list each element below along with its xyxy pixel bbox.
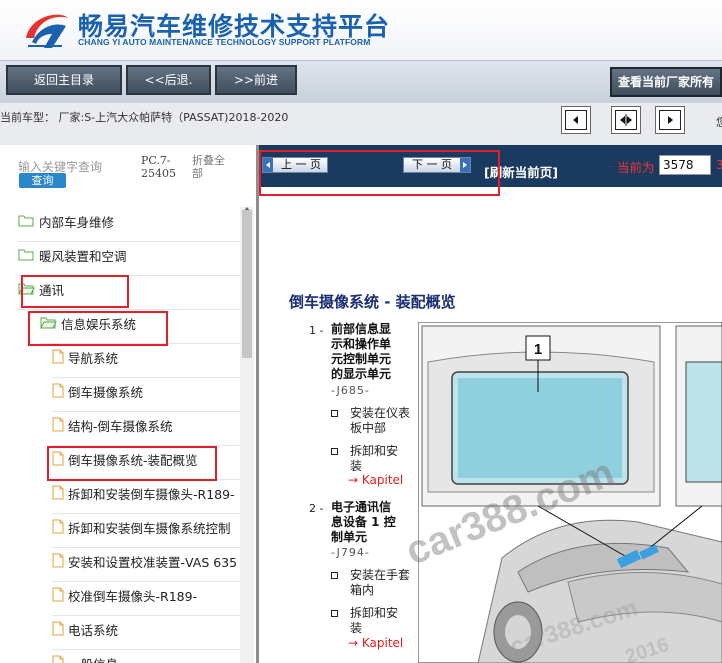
page-count-text: 3 [716, 157, 722, 172]
tree-item[interactable]: 电话系统 [52, 616, 240, 650]
item-name-line: 示和操作单 [331, 337, 392, 351]
bullet-square-icon [331, 610, 338, 617]
view-split-button[interactable] [611, 106, 641, 134]
sidebar-scroll-thumb[interactable] [242, 210, 252, 358]
item-name-line: 元控制单元 [331, 352, 392, 366]
figure-callout: 1 [534, 341, 542, 358]
document-icon [52, 345, 64, 375]
view-split-icon [615, 110, 637, 130]
document-icon [52, 481, 64, 511]
item-bullet: 拆卸和安装 [350, 606, 399, 635]
brand-subtitle: CHANG YI AUTO MAINTENANCE TECHNOLOGY SUP… [78, 37, 371, 47]
folder-closed-icon [18, 209, 35, 239]
item-name-line: 电子通讯信 [331, 500, 392, 514]
highlight-box [259, 150, 500, 196]
view-manufacturer-button[interactable]: 查看当前厂家所有 [610, 67, 722, 97]
highlight-box [28, 311, 168, 346]
item-code: -J794- [331, 546, 370, 559]
document-title: 倒车摄像系统 - 装配概览 [289, 293, 456, 311]
tree-item[interactable]: 倒车摄像系统 [52, 378, 240, 412]
tree-item-label: 校准倒车摄像头-R189- [68, 589, 198, 604]
tree-item[interactable]: 内部车身维修 [18, 208, 240, 242]
item-bullet: 拆卸和安装 [350, 444, 399, 473]
tree-item-label: 电话系统 [68, 623, 119, 638]
tree-item[interactable]: 结构-倒车摄像系统 [52, 412, 240, 446]
back-button[interactable]: <<后退. [126, 65, 211, 95]
item-bullet: 安装在手套箱内 [350, 568, 411, 597]
document-icon [52, 617, 64, 647]
tree-item-label: 暖风装置和空调 [39, 249, 127, 264]
view-right-button[interactable] [655, 106, 685, 134]
item-link[interactable]: → Kapitel [348, 636, 403, 650]
document-icon [52, 379, 64, 409]
highlight-box [47, 446, 217, 481]
bullet-square-icon [331, 410, 338, 417]
current-page-label: 当前为 [617, 160, 655, 175]
current-vehicle-label: 当前车型： 厂家:S-上汽大众帕萨特（PASSAT)2018-2020 [0, 111, 289, 124]
item-bullet: 安装在仪表板中部 [350, 406, 411, 435]
item-link[interactable]: → Kapitel [348, 473, 403, 487]
view-right-icon [659, 110, 681, 130]
item-number: 2 - [309, 502, 324, 515]
vehicle-bar-trailing-text: 您 [716, 116, 722, 129]
document-icon [52, 583, 64, 613]
document-icon [52, 413, 64, 443]
tree-item[interactable]: 一般信息 [52, 650, 240, 663]
tree-item[interactable]: 安装和设置校准装置-VAS 635 [52, 548, 240, 582]
tree-item-label: 内部车身维修 [39, 215, 115, 230]
forward-button[interactable]: >>前进 [215, 65, 297, 95]
item-number: 1 - [309, 324, 324, 337]
tree-item[interactable]: 导航系统 [52, 344, 240, 378]
view-left-button[interactable] [561, 106, 591, 134]
current-page-input[interactable]: 3578 [659, 155, 711, 175]
tree-item-label: 结构-倒车摄像系统 [68, 419, 173, 434]
collapse-all-link[interactable]: 折叠全部 [192, 154, 228, 180]
item-name-line: 制单元 [331, 530, 368, 544]
bullet-square-icon [331, 572, 338, 579]
tree-item-label: 拆卸和安装倒车摄像头-R189- [68, 487, 235, 502]
document-icon [52, 515, 64, 545]
document-icon [52, 549, 64, 579]
item-name-line: 的显示单元 [331, 367, 392, 381]
tree-item-label: 安装和设置校准装置-VAS 635 [68, 555, 238, 570]
tree-item[interactable]: 拆卸和安装倒车摄像系统控制 [52, 514, 240, 548]
pc-info: PC.7-25405 [141, 154, 176, 180]
app-window: 畅易汽车维修技术支持平台 CHANG YI AUTO MAINTENANCE T… [0, 0, 722, 663]
tree-item[interactable]: 拆卸和安装倒车摄像头-R189- [52, 480, 240, 514]
folder-closed-icon [18, 243, 35, 273]
tree-item[interactable]: 暖风装置和空调 [18, 242, 240, 276]
item-name-line: 前部信息显 [331, 322, 392, 336]
back-to-main-button[interactable]: 返回主目录 [6, 65, 122, 95]
bullet-square-icon [331, 448, 338, 455]
item-name-line: 息设备 1 控 [331, 515, 396, 529]
tree-item-label: 拆卸和安装倒车摄像系统控制 [68, 521, 231, 536]
search-button[interactable]: 查询 [19, 173, 66, 188]
item-code: -J685- [331, 384, 370, 397]
document-icon [52, 651, 64, 663]
tree-item-label: 一般信息 [68, 657, 118, 663]
tree-item[interactable]: 校准倒车摄像头-R189- [52, 582, 240, 616]
header: 畅易汽车维修技术支持平台 CHANG YI AUTO MAINTENANCE T… [0, 0, 722, 60]
view-left-icon [565, 110, 587, 130]
tree-item-label: 倒车摄像系统 [68, 385, 144, 400]
logo-icon [26, 14, 68, 48]
tree-item-label: 导航系统 [68, 351, 119, 366]
highlight-box [21, 275, 129, 308]
